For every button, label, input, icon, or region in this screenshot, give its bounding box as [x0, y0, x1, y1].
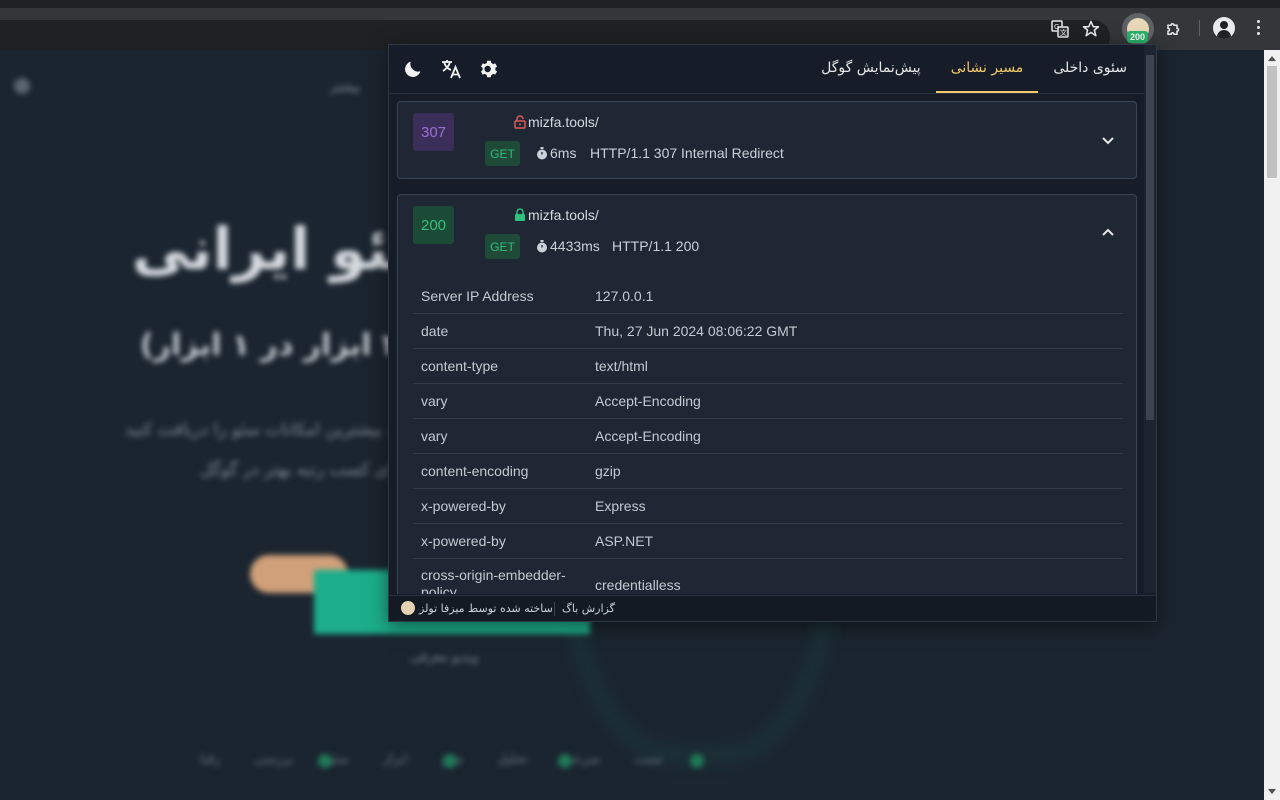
- unlocked-icon: [514, 115, 526, 129]
- redirect-card[interactable]: 200 mizfa.tools/ GET 4433ms HTTP/1.1 200…: [397, 194, 1137, 594]
- url-text: mizfa.tools/: [528, 207, 599, 223]
- popup-scrollbar-thumb[interactable]: [1146, 55, 1154, 420]
- header-value: Thu, 27 Jun 2024 08:06:22 GMT: [595, 323, 798, 339]
- translate-page-icon[interactable]: G文: [1048, 17, 1072, 41]
- popup-header: سئوی داخلی مسیر نشانی پیش‌نمایش گوگل: [389, 45, 1156, 94]
- browser-menu-icon[interactable]: [1257, 20, 1261, 38]
- site-nav-text: بیشتر: [330, 80, 361, 95]
- header-key: vary: [421, 392, 448, 409]
- table-row: vary Accept-Encoding: [413, 384, 1123, 419]
- url-text: mizfa.tools/: [528, 114, 599, 130]
- mizfa-logo-icon: [401, 601, 415, 615]
- header-value: gzip: [595, 463, 621, 479]
- response-time: 4433ms: [536, 238, 600, 254]
- chevron-down-icon[interactable]: [1100, 132, 1116, 148]
- status-code-badge: 307: [413, 113, 454, 151]
- bug-report-link[interactable]: گزارش باگ: [562, 602, 615, 615]
- header-key: Server IP Address: [421, 287, 534, 304]
- http-status-line: HTTP/1.1 200: [612, 238, 700, 254]
- http-status-line: HTTP/1.1 307 Internal Redirect: [590, 145, 784, 161]
- table-row: x-powered-by Express: [413, 489, 1123, 524]
- page-scrollbar[interactable]: [1264, 50, 1280, 800]
- window-top-strip: [0, 0, 1280, 8]
- response-time-text: 6ms: [550, 145, 577, 161]
- tab-onpage-seo[interactable]: سئوی داخلی: [1038, 45, 1142, 91]
- translate-icon[interactable]: [439, 57, 463, 81]
- hero-description-2: برای کسب رتبه بهتر در گوگل: [200, 460, 407, 480]
- header-key: vary: [421, 427, 448, 444]
- extensions-puzzle-icon[interactable]: [1162, 17, 1186, 41]
- table-row: content-type text/html: [413, 349, 1123, 384]
- header-key: content-encoding: [421, 462, 529, 479]
- table-row: Server IP Address 127.0.0.1: [413, 279, 1123, 314]
- dark-mode-icon[interactable]: [401, 57, 425, 81]
- stopwatch-icon: [537, 239, 547, 252]
- redirect-url: mizfa.tools/: [514, 114, 599, 130]
- tab-google-preview[interactable]: پیش‌نمایش گوگل: [806, 45, 936, 91]
- toolbar-divider: [1199, 20, 1200, 36]
- redirect-list: 307 mizfa.tools/ GET 6ms HTTP/1.1 307 In…: [389, 94, 1143, 594]
- table-row: vary Accept-Encoding: [413, 419, 1123, 454]
- header-value: ASP.NET: [595, 533, 654, 549]
- popup-footer: ساخته شده توسط میزفا تولز گزارش باگ: [389, 595, 1156, 621]
- response-time-text: 4433ms: [550, 238, 600, 254]
- stopwatch-icon: [537, 146, 547, 159]
- header-value: text/html: [595, 358, 648, 374]
- chevron-up-icon[interactable]: [1100, 225, 1116, 241]
- locked-icon: [515, 208, 525, 221]
- method-badge: GET: [485, 234, 520, 259]
- footer-divider: [554, 602, 555, 616]
- header-key: content-type: [421, 357, 499, 374]
- extension-popup: سئوی داخلی مسیر نشانی پیش‌نمایش گوگل 307…: [388, 44, 1157, 622]
- header-key: cross-origin-embedder-policy: [421, 567, 566, 594]
- method-badge: GET: [485, 141, 520, 166]
- settings-icon[interactable]: [477, 57, 501, 81]
- table-row: cross-origin-embedder-policy credentiall…: [413, 559, 1123, 594]
- profile-avatar-icon[interactable]: [1213, 17, 1235, 39]
- header-value: Accept-Encoding: [595, 393, 701, 409]
- bookmark-star-icon[interactable]: [1079, 17, 1103, 41]
- redirect-card[interactable]: 307 mizfa.tools/ GET 6ms HTTP/1.1 307 In…: [397, 101, 1137, 179]
- feature-list: تست سرعت تحلیل سئو ابزار سئو بررسی رقبا: [200, 752, 663, 767]
- header-key: x-powered-by: [421, 532, 506, 549]
- svg-text:G: G: [1054, 23, 1059, 31]
- header-value: Express: [595, 498, 646, 514]
- header-value: 127.0.0.1: [595, 288, 654, 304]
- extension-badge: 200: [1127, 31, 1149, 43]
- response-headers-table: Server IP Address 127.0.0.1 date Thu, 27…: [413, 279, 1123, 594]
- response-time: 6ms: [536, 145, 576, 161]
- table-row: x-powered-by ASP.NET: [413, 524, 1123, 559]
- status-code-badge: 200: [413, 206, 454, 244]
- popup-tabs: سئوی داخلی مسیر نشانی پیش‌نمایش گوگل: [806, 45, 1142, 93]
- table-row: date Thu, 27 Jun 2024 08:06:22 GMT: [413, 314, 1123, 349]
- header-key: x-powered-by: [421, 497, 506, 514]
- svg-text:文: 文: [1060, 28, 1067, 37]
- made-by-link[interactable]: ساخته شده توسط میزفا تولز: [419, 602, 553, 615]
- redirect-url: mizfa.tools/: [514, 207, 599, 223]
- header-value: credentialless: [595, 577, 681, 593]
- table-row: content-encoding gzip: [413, 454, 1123, 489]
- header-value: Accept-Encoding: [595, 428, 701, 444]
- header-key: date: [421, 322, 449, 339]
- tab-redirect-path[interactable]: مسیر نشانی: [935, 45, 1039, 93]
- site-nav-icon: [14, 78, 30, 94]
- video-link: ویدیو معرفی: [410, 650, 479, 665]
- popup-scrollbar[interactable]: [1144, 45, 1156, 593]
